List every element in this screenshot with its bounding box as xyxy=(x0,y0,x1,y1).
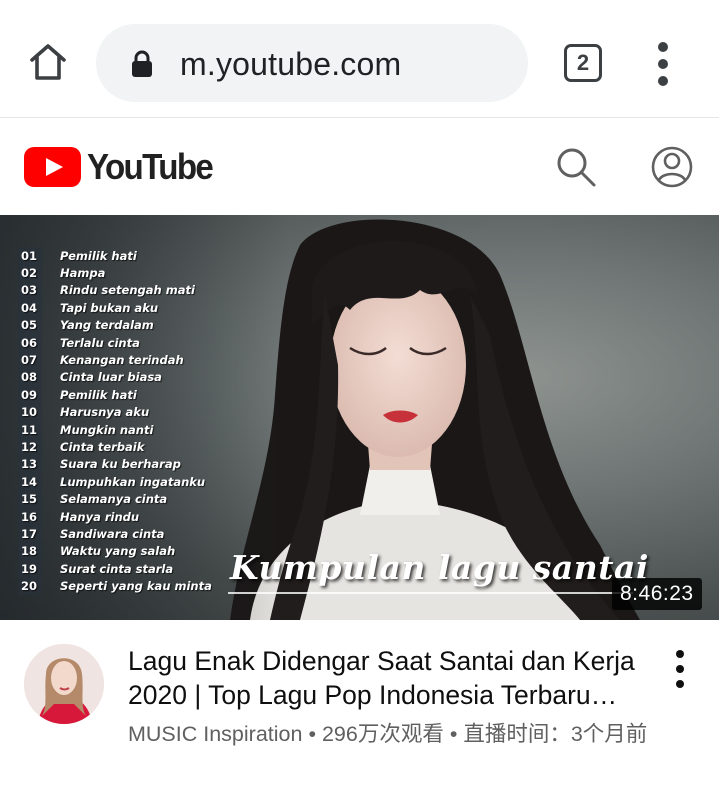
track-item: 07 Kenangan terindah xyxy=(18,351,258,368)
view-count: 296万次观看 xyxy=(321,722,444,746)
track-list: 01 Pemilik hati 02 Hampa 03 Rindu setengah ma… xyxy=(18,247,258,595)
track-number: 15 xyxy=(21,492,38,507)
track-item: 10 Harusnya aku xyxy=(18,404,258,421)
track-name: Harusnya aku xyxy=(60,405,150,420)
home-icon[interactable] xyxy=(26,40,70,84)
track-item: 12 Cinta terbaik xyxy=(18,438,258,455)
track-name: Cinta luar biasa xyxy=(60,370,162,385)
track-name: Hampa xyxy=(60,266,106,281)
track-item: 18 Waktu yang salah xyxy=(18,543,258,560)
track-number: 20 xyxy=(21,579,38,594)
track-name: Surat cinta starla xyxy=(60,561,174,576)
track-name: Waktu yang salah xyxy=(60,544,176,559)
track-number: 10 xyxy=(21,405,38,420)
track-number: 05 xyxy=(21,318,38,333)
track-name: Suara ku berharap xyxy=(60,457,181,472)
youtube-wordmark: YouTube xyxy=(87,146,214,187)
track-name: Terlalu cinta xyxy=(60,335,140,350)
track-item: 11 Mungkin nanti xyxy=(18,421,258,438)
track-number: 09 xyxy=(21,387,38,402)
video-metadata: MUSIC Inspiration • 296万次观看 • 直播时间：3个月前 xyxy=(128,720,648,749)
track-number: 08 xyxy=(21,370,38,385)
address-bar[interactable]: m.youtube.com xyxy=(96,24,528,102)
track-item: 09 Pemilik hati xyxy=(18,386,258,403)
track-name: Pemilik hati xyxy=(60,248,137,263)
video-more-icon[interactable] xyxy=(668,650,692,690)
track-item: 20 Seperti yang kau minta xyxy=(18,577,258,594)
channel-avatar[interactable] xyxy=(24,644,104,724)
track-item: 13 Suara ku berharap xyxy=(18,456,258,473)
account-icon[interactable] xyxy=(650,145,694,189)
track-name: Pemilik hati xyxy=(60,387,137,402)
track-name: Hanya rindu xyxy=(60,509,140,524)
track-item: 05 Yang terdalam xyxy=(18,317,258,334)
track-item: 15 Selamanya cinta xyxy=(18,490,258,507)
more-vert-icon[interactable] xyxy=(652,42,676,86)
track-item: 01 Pemilik hati xyxy=(18,247,258,264)
video-title[interactable]: Lagu Enak Didengar Saat Santai dan Kerja… xyxy=(128,644,648,712)
track-item: 06 Terlalu cinta xyxy=(18,334,258,351)
video-thumbnail[interactable]: 01 Pemilik hati 02 Hampa 03 Rindu setengah ma… xyxy=(0,215,719,620)
track-name: Mungkin nanti xyxy=(60,422,154,437)
track-number: 18 xyxy=(21,544,38,559)
track-item: 02 Hampa xyxy=(18,264,258,281)
channel-name[interactable]: MUSIC Inspiration xyxy=(128,722,302,746)
youtube-header: YouTube xyxy=(0,119,719,215)
track-number: 13 xyxy=(21,457,38,472)
url-text: m.youtube.com xyxy=(180,46,402,82)
track-item: 04 Tapi bukan aku xyxy=(18,299,258,316)
lock-icon xyxy=(130,50,154,78)
track-number: 03 xyxy=(21,283,38,298)
publish-time: 直播时间：3个月前 xyxy=(463,722,648,746)
youtube-logo[interactable]: YouTube xyxy=(24,146,223,187)
track-name: Yang terdalam xyxy=(60,318,154,333)
track-item: 03 Rindu setengah mati xyxy=(18,282,258,299)
track-number: 04 xyxy=(21,300,38,315)
track-name: Kenangan terindah xyxy=(60,353,184,368)
track-name: Cinta terbaik xyxy=(60,439,145,454)
track-number: 07 xyxy=(21,353,38,368)
track-number: 19 xyxy=(21,561,38,576)
track-number: 11 xyxy=(21,422,38,437)
thumbnail-caption: Kumpulan lagu santai xyxy=(230,548,649,587)
track-number: 01 xyxy=(21,248,38,263)
track-number: 17 xyxy=(21,526,38,541)
track-name: Seperti yang kau minta xyxy=(60,579,212,594)
track-number: 16 xyxy=(21,509,38,524)
track-item: 17 Sandiwara cinta xyxy=(18,525,258,542)
track-name: Sandiwara cinta xyxy=(60,526,165,541)
tab-switcher-button[interactable]: 2 xyxy=(564,44,602,82)
track-item: 16 Hanya rindu xyxy=(18,508,258,525)
track-item: 19 Surat cinta starla xyxy=(18,560,258,577)
track-name: Rindu setengah mati xyxy=(60,283,195,298)
track-name: Lumpuhkan ingatanku xyxy=(60,474,206,489)
track-item: 14 Lumpuhkan ingatanku xyxy=(18,473,258,490)
caption-underline xyxy=(228,592,633,594)
youtube-play-icon xyxy=(24,147,81,187)
browser-toolbar: m.youtube.com 2 xyxy=(0,0,719,118)
track-name: Tapi bukan aku xyxy=(60,300,159,315)
track-number: 14 xyxy=(21,474,38,489)
track-number: 12 xyxy=(21,439,38,454)
track-name: Selamanya cinta xyxy=(60,492,168,507)
track-number: 02 xyxy=(21,266,38,281)
duration-badge: 8:46:23 xyxy=(612,578,702,610)
separator-dot: • xyxy=(449,722,464,746)
separator-dot: • xyxy=(308,722,322,746)
track-number: 06 xyxy=(21,335,38,350)
video-info[interactable]: Lagu Enak Didengar Saat Santai dan Kerja… xyxy=(0,620,719,798)
track-item: 08 Cinta luar biasa xyxy=(18,369,258,386)
search-icon[interactable] xyxy=(554,145,598,189)
